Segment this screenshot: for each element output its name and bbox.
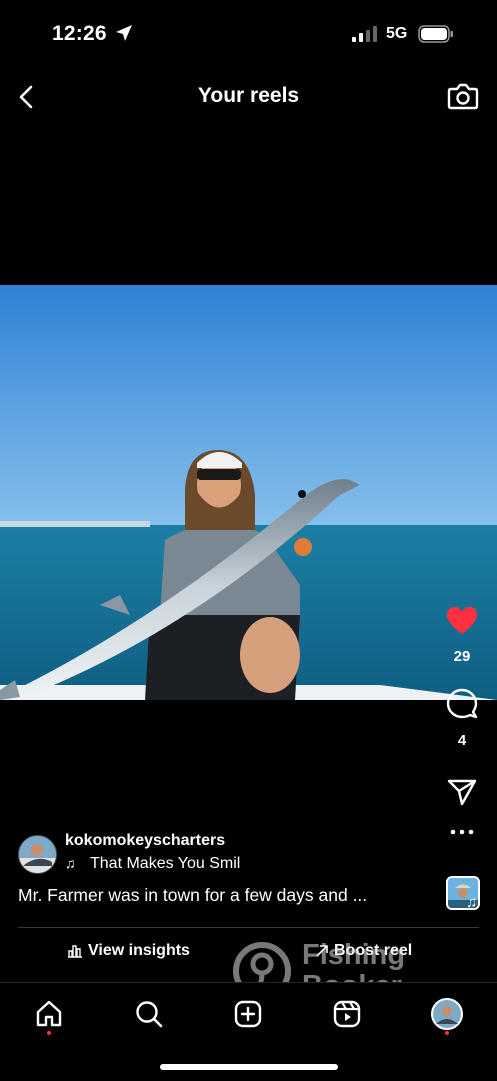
send-icon (447, 779, 477, 806)
audio-music-icon: ♫ (466, 894, 478, 911)
profile-notification-dot (445, 1031, 449, 1035)
search-icon (136, 1001, 163, 1028)
share-button[interactable] (437, 778, 487, 806)
home-notification-dot (47, 1031, 51, 1035)
location-arrow-icon (116, 25, 132, 41)
home-icon (36, 1000, 62, 1027)
comment-count: 4 (457, 732, 467, 749)
tab-home[interactable] (31, 996, 67, 1032)
avatar[interactable] (18, 835, 57, 874)
caption-text[interactable]: Mr. Farmer was in town for a few days an… (18, 885, 367, 906)
profile-avatar (431, 998, 463, 1030)
page-title: Your reels (197, 84, 300, 107)
reels-icon (333, 1000, 361, 1028)
tab-search[interactable] (131, 996, 167, 1032)
avatar-photo (19, 836, 56, 873)
reel-video[interactable] (0, 285, 497, 700)
like-count: 29 (453, 648, 471, 665)
tab-profile[interactable] (429, 996, 465, 1032)
add-post-icon (234, 1000, 262, 1028)
view-insights-button[interactable]: View insights (68, 942, 190, 960)
heart-icon (447, 607, 477, 634)
signal-icon (352, 26, 377, 42)
status-time: 12:26 (52, 22, 107, 45)
watermark-line1: Fishing (302, 939, 406, 971)
battery-icon (418, 25, 453, 43)
view-insights-label: View insights (88, 942, 190, 959)
more-options-button[interactable] (437, 828, 487, 836)
reel-photo (0, 285, 497, 700)
comment-button[interactable] (437, 688, 487, 720)
comment-icon (446, 688, 478, 719)
tab-create[interactable] (230, 996, 266, 1032)
bar-chart-icon (68, 945, 82, 958)
network-type: 5G (386, 25, 408, 42)
tab-reels[interactable] (329, 996, 365, 1032)
camera-icon[interactable] (447, 81, 479, 111)
music-title[interactable]: That Makes You Smil (90, 855, 250, 873)
music-note-icon: ♫ (65, 855, 76, 871)
divider (18, 927, 479, 928)
username[interactable]: kokomokeyscharters (65, 832, 225, 850)
like-button[interactable] (437, 606, 487, 636)
home-indicator[interactable] (160, 1064, 338, 1070)
more-dots-icon (450, 829, 474, 835)
